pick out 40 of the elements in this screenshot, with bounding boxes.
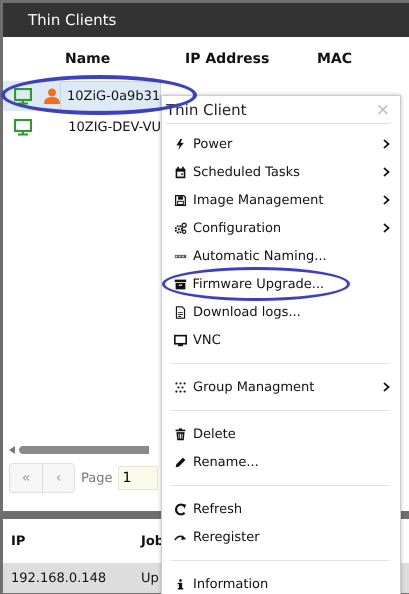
menu-item[interactable]: Image Management xyxy=(174,186,390,214)
menu-item[interactable]: Rename... xyxy=(174,448,390,476)
scroll-left-icon[interactable] xyxy=(9,446,15,454)
menu-item[interactable]: Delete xyxy=(174,420,390,448)
page-input[interactable]: 1 xyxy=(118,466,158,490)
dots-grid-icon xyxy=(174,380,187,394)
monitor-icon xyxy=(14,118,32,136)
table-cell-text: 192.168.0.148 xyxy=(10,570,106,588)
menu-item[interactable]: Information xyxy=(174,570,390,594)
menu-item[interactable]: Automatic Naming... xyxy=(174,242,390,270)
column-header: Name xyxy=(65,51,112,67)
menu-item[interactable]: VNC xyxy=(174,326,390,354)
gears-icon xyxy=(174,222,187,234)
menu-item[interactable]: Firmware Upgrade... xyxy=(162,267,350,301)
refresh-icon xyxy=(174,502,187,516)
column-header: IP xyxy=(10,534,26,548)
monitor-icon xyxy=(174,334,187,346)
pencil-icon xyxy=(174,456,187,468)
menu-item[interactable]: Download logs... xyxy=(174,298,390,326)
menu-item[interactable]: Group Managment xyxy=(174,373,390,401)
table-row[interactable]: 10ZiG-0a9b31 xyxy=(3,81,161,111)
menu-item[interactable]: Refresh xyxy=(174,495,390,523)
document-icon xyxy=(174,306,187,318)
trash-icon xyxy=(174,428,187,440)
panel-header: Thin Clients xyxy=(3,3,409,37)
column-header: MAC xyxy=(317,51,354,67)
table-cell-text: 10ZIG-DEV-VU xyxy=(67,118,161,136)
menu-item[interactable]: Configuration xyxy=(174,214,390,242)
monitor-icon xyxy=(14,88,32,104)
scrollbar-thumb[interactable] xyxy=(19,446,149,454)
column-header: IP Address xyxy=(185,51,270,67)
menu-item[interactable]: Power xyxy=(174,130,390,158)
menu-item[interactable]: Scheduled Tasks xyxy=(174,158,390,186)
calendar-icon xyxy=(174,166,187,178)
table-cell-text: Up xyxy=(140,570,159,588)
table-row[interactable]: 10ZIG-DEV-VU xyxy=(3,112,161,142)
page-label: Page xyxy=(81,470,112,486)
archive-box-icon xyxy=(174,278,186,290)
table-cell: 10ZiG-0a9b31 xyxy=(60,81,162,111)
menu-item[interactable]: Reregister xyxy=(174,523,390,551)
